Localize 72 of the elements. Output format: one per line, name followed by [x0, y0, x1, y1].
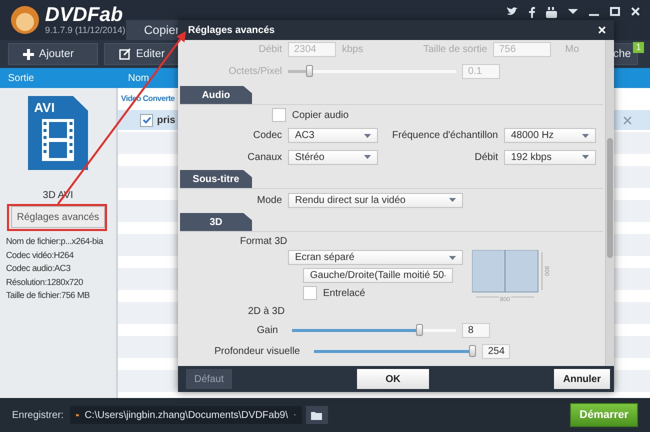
format-label: AVI	[34, 100, 55, 115]
slider-thumb[interactable]	[416, 324, 423, 336]
browse-button[interactable]	[306, 406, 328, 424]
file-info: Codec vidéo:H264	[6, 250, 75, 261]
section-header: Sous-titre	[180, 170, 252, 188]
file-info: Taille de fichier:756 MB	[6, 290, 91, 302]
channels-dropdown[interactable]: Stéréo	[288, 150, 378, 164]
sample-rate-dropdown[interactable]: 48000 Hz	[504, 128, 596, 143]
toolbar-button[interactable]: Ajouter	[8, 43, 98, 65]
slider-thumb[interactable]	[468, 345, 476, 357]
count-badge: 1	[632, 42, 644, 53]
column-header[interactable]: Sortie	[0, 72, 118, 84]
subtitle-mode-dropdown[interactable]: Rendu direct sur la vidéo	[288, 192, 463, 208]
checkbox-label: Entrelacé	[323, 288, 366, 298]
logo-icon	[10, 5, 40, 35]
checkbox[interactable]	[272, 108, 286, 122]
field-label: Taille de sortie	[422, 44, 488, 54]
caret-icon	[364, 155, 371, 159]
file-info: Codec audio:AC3	[6, 263, 72, 274]
app-title: DVDFab	[45, 5, 124, 25]
caret-icon	[582, 155, 589, 159]
audio-bitrate-dropdown[interactable]: 192 kbps	[504, 150, 596, 164]
field-label: Débit	[474, 152, 498, 162]
file-info: Nom de fichier:p...x264-bia	[6, 236, 104, 248]
column-header[interactable]: Nom	[118, 72, 150, 84]
checkbox[interactable]	[303, 286, 317, 300]
unit-label: kbps	[342, 44, 364, 54]
ok-button[interactable]: OK	[357, 369, 429, 389]
file-name: pris	[157, 114, 176, 126]
maximize-icon[interactable]	[610, 7, 620, 16]
field-label: Canaux	[246, 152, 282, 162]
scrollbar[interactable]	[605, 40, 614, 366]
field-label: Fréquence d'échantillon	[391, 130, 498, 141]
output-path-field[interactable]: C:\Users\jingbin.zhang\Documents\DVDFab9\	[70, 406, 302, 424]
field-label: Codec	[252, 130, 282, 141]
save-label: Enregistrer:	[12, 410, 64, 420]
field-label: Mode	[256, 194, 282, 206]
codec-dropdown[interactable]: AC3	[288, 128, 378, 143]
field-label: Format 3D	[240, 236, 288, 246]
checkbox-label: Copier audio	[292, 110, 349, 120]
caret-icon	[364, 134, 371, 138]
video-icon[interactable]	[546, 7, 557, 18]
cancel-button[interactable]: Annuler	[554, 369, 610, 389]
depth-field[interactable]: 254	[482, 344, 510, 358]
app-version: 9.1.7.9 (11/12/2014)	[45, 25, 126, 35]
remove-icon[interactable]	[623, 116, 632, 124]
caret-icon	[449, 198, 456, 202]
edit-icon	[119, 48, 131, 60]
section-header: Audio	[180, 86, 252, 104]
bird-icon[interactable]	[507, 7, 518, 16]
unit-label: Mo	[565, 44, 580, 54]
checkbox[interactable]	[140, 114, 153, 126]
caret-icon	[582, 134, 589, 138]
plus-icon	[23, 48, 34, 60]
section-header: 3D	[180, 213, 252, 231]
close-icon[interactable]	[631, 7, 640, 16]
folder-icon	[311, 410, 322, 420]
file-info: Résolution:1280x720	[6, 276, 84, 288]
field-label: Débit	[258, 44, 282, 54]
caret-icon	[449, 256, 456, 260]
dropdown-icon[interactable]	[568, 7, 578, 15]
field-label: Gain	[256, 324, 278, 336]
default-button[interactable]: Défaut	[186, 369, 232, 389]
advanced-settings-button[interactable]: Réglages avancés	[11, 206, 105, 228]
facebook-icon[interactable]	[529, 7, 535, 18]
film-icon	[40, 119, 76, 161]
layout-dropdown[interactable]: Gauche/Droite(Taille moitié 50	[303, 268, 453, 283]
gain-field[interactable]: 8	[462, 322, 490, 338]
field-label: Octets/Pixel	[228, 66, 282, 76]
field-label: Profondeur visuelle	[213, 346, 300, 356]
field-label: 2D à 3D	[248, 306, 285, 316]
format-dropdown[interactable]: Ecran séparé	[288, 250, 463, 265]
